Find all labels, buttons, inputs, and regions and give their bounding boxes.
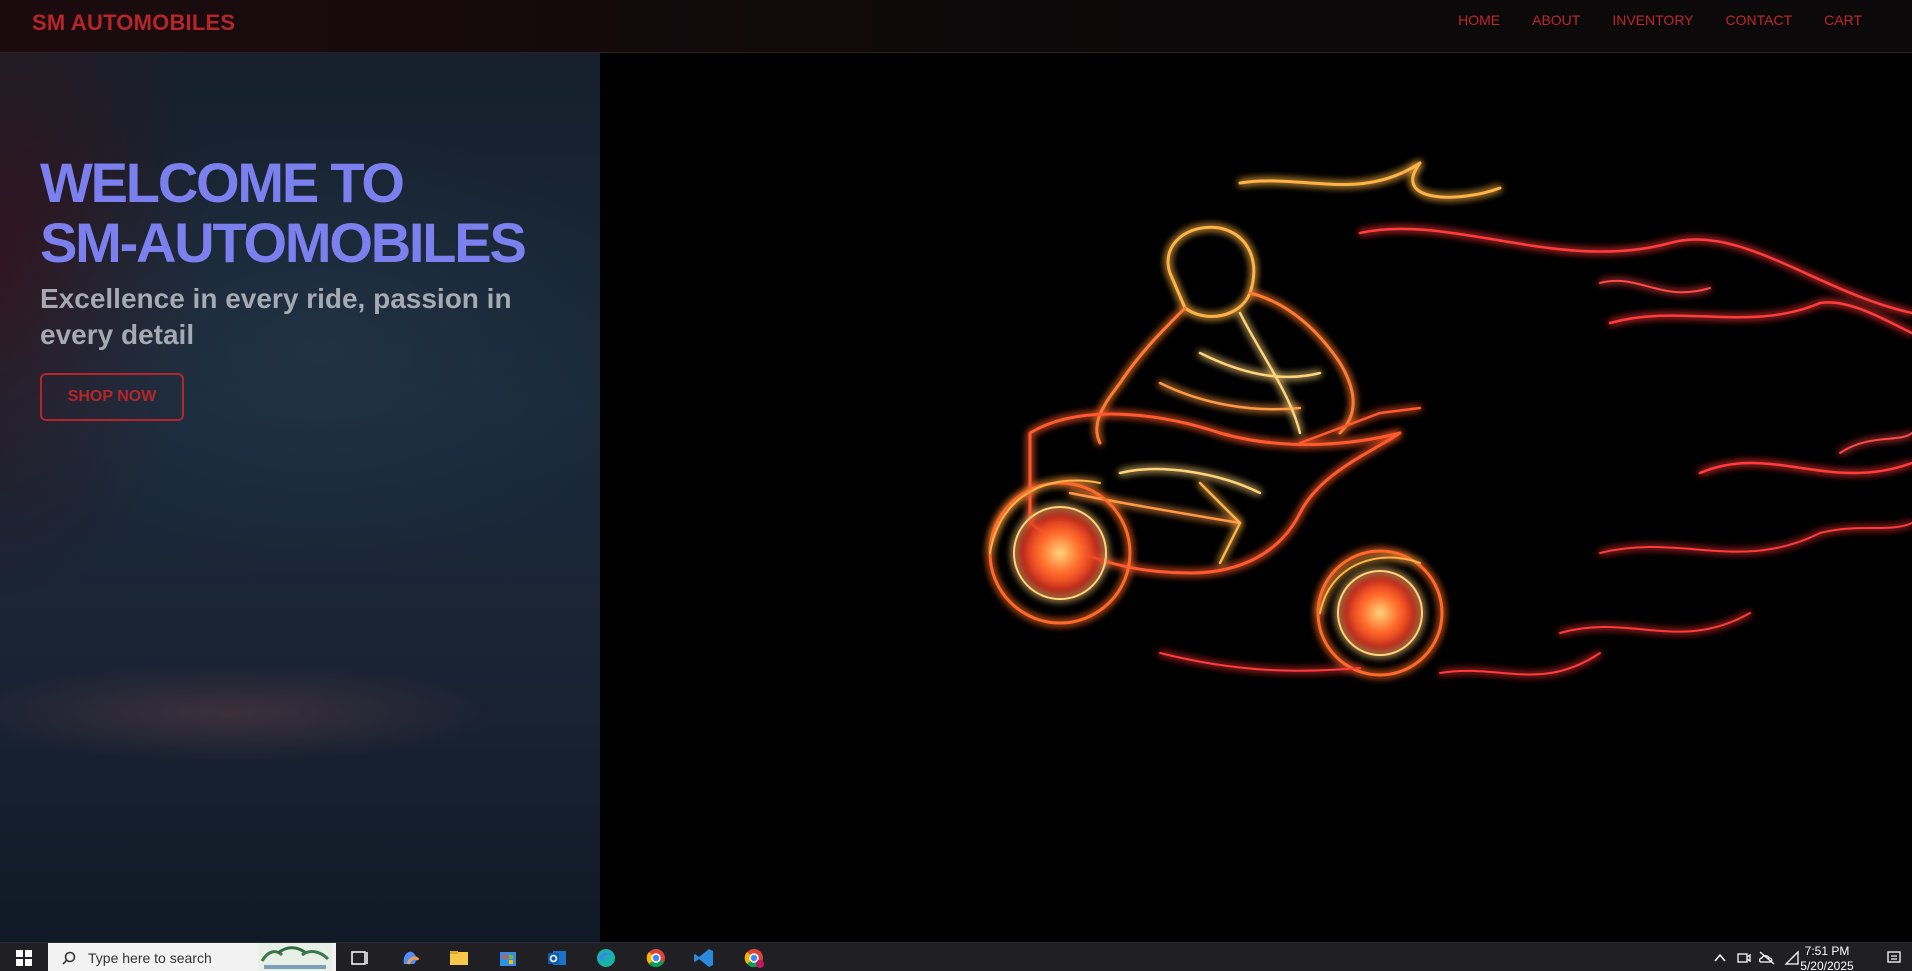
- nav-link-cart[interactable]: CART: [1824, 11, 1862, 29]
- nav-links: HOME ABOUT INVENTORY CONTACT CART: [1458, 11, 1862, 29]
- store-icon[interactable]: [496, 946, 520, 970]
- vscode-icon[interactable]: [692, 946, 716, 970]
- hero-text-panel: WELCOME TO SM-AUTOMOBILES Excellence in …: [0, 53, 600, 942]
- windows-taskbar: Type here to search 7:51 PM 5/20/2025: [0, 942, 1912, 971]
- hero-title: WELCOME TO SM-AUTOMOBILES: [40, 153, 600, 273]
- clock-time: 7:51 PM: [1804, 944, 1850, 958]
- navbar: SM AUTOMOBILES HOME ABOUT INVENTORY CONT…: [0, 0, 1912, 53]
- hero-subtitle: Excellence in every ride, passion in eve…: [40, 283, 512, 350]
- nav-link-home[interactable]: HOME: [1458, 11, 1500, 29]
- edge-icon[interactable]: [594, 946, 618, 970]
- taskbar-search-box[interactable]: Type here to search: [48, 943, 336, 971]
- windows-start-icon[interactable]: [0, 943, 48, 971]
- chevron-up-icon[interactable]: [1713, 951, 1727, 965]
- onedrive-offline-icon[interactable]: [1758, 950, 1776, 966]
- hero-image-panel: [600, 53, 1912, 942]
- search-placeholder: Type here to search: [88, 949, 212, 966]
- brand-logo-text[interactable]: SM AUTOMOBILES: [32, 10, 235, 36]
- page: SM AUTOMOBILES HOME ABOUT INVENTORY CONT…: [0, 0, 1912, 971]
- nav-link-inventory[interactable]: INVENTORY: [1612, 11, 1693, 29]
- neon-motorcycle-rider-illustration: [988, 161, 1912, 677]
- hero-title-line-1: WELCOME TO: [40, 151, 405, 214]
- chrome-icon[interactable]: [644, 946, 668, 970]
- search-highlight-image-icon: [258, 943, 332, 971]
- copilot-icon[interactable]: [398, 946, 422, 970]
- taskbar-clock[interactable]: 7:51 PM 5/20/2025: [1792, 944, 1862, 971]
- hero-title-line-2: SM-AUTOMOBILES: [40, 211, 527, 274]
- task-view-icon[interactable]: [348, 946, 372, 970]
- chrome-profile-icon[interactable]: [742, 946, 766, 970]
- shop-now-button[interactable]: SHOP NOW: [40, 373, 184, 421]
- clock-date: 5/20/2025: [1800, 959, 1854, 971]
- file-explorer-icon[interactable]: [447, 946, 471, 970]
- search-icon: [62, 951, 76, 965]
- nav-link-about[interactable]: ABOUT: [1532, 11, 1580, 29]
- meet-now-icon[interactable]: [1736, 950, 1752, 966]
- outlook-icon[interactable]: [545, 946, 569, 970]
- notification-center-icon[interactable]: [1886, 950, 1902, 966]
- nav-link-contact[interactable]: CONTACT: [1726, 11, 1793, 29]
